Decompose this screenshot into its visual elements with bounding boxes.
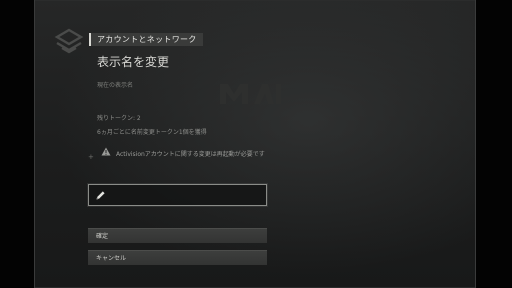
panel-left-edge [34, 0, 35, 288]
display-name-field[interactable] [88, 184, 267, 206]
display-name-input[interactable] [111, 188, 261, 202]
cancel-button[interactable]: キャンセル [88, 250, 267, 265]
warning-triangle-icon [101, 147, 111, 156]
current-name-label: 現在の表示名 [97, 82, 134, 89]
restart-warning: Activisionアカウントに関する変更は再起動が必要です [116, 151, 265, 158]
tokens-remaining: 残りトークン: 2 [97, 115, 141, 122]
mwii-logo [220, 84, 281, 104]
section-tag: アカウントとネットワーク [89, 33, 203, 46]
confirm-button[interactable]: 確定 [88, 228, 267, 243]
screen: アカウントとネットワーク 表示名を変更 現在の表示名 残りトークン: 2 6ヵ月… [0, 0, 512, 288]
plus-icon: + [88, 153, 94, 161]
panel-right-edge [475, 0, 476, 288]
game-emblem-icon [54, 28, 84, 54]
pencil-icon [96, 191, 105, 200]
page-title: 表示名を変更 [97, 55, 170, 69]
tokens-info: 6ヵ月ごとに名前変更トークン1個を獲得 [97, 129, 207, 136]
